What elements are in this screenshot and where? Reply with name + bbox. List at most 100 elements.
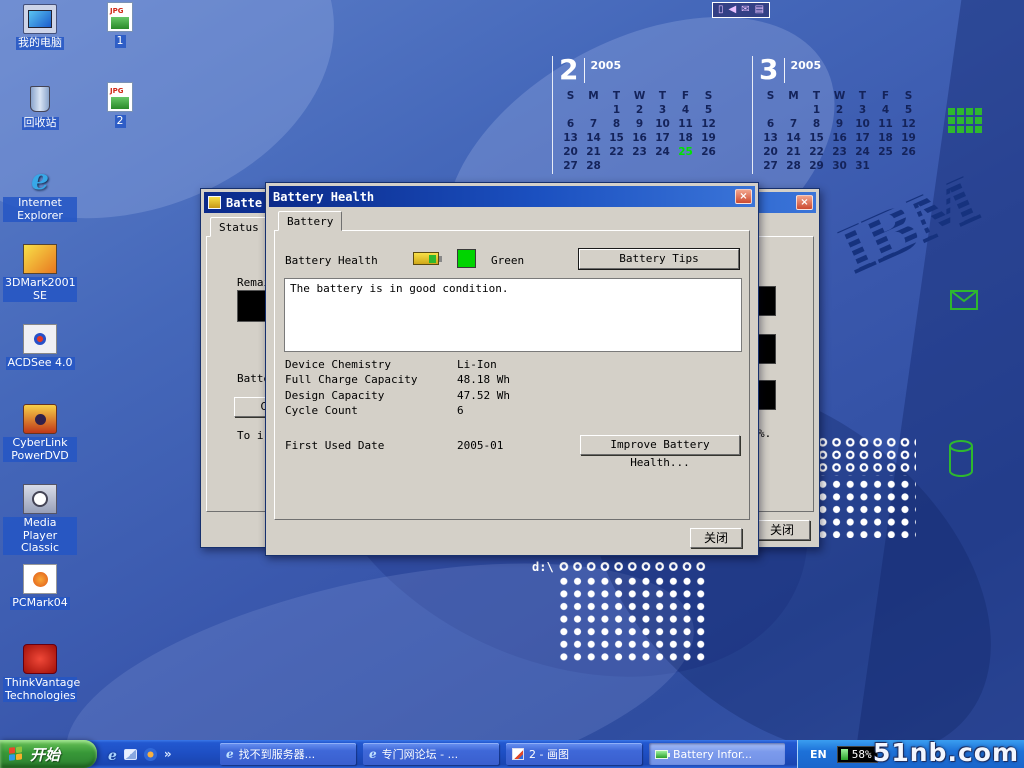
calendar-date: 26: [897, 146, 920, 160]
battery-icon: [655, 750, 668, 759]
calendar-date: 24: [851, 146, 874, 160]
volume-icon[interactable]: ◀: [729, 3, 737, 17]
tray-battery-meter[interactable]: 58%: [837, 746, 878, 763]
battery-percent: 58%: [852, 748, 872, 761]
tab-status[interactable]: Status: [210, 217, 268, 237]
language-indicator[interactable]: EN: [810, 748, 827, 761]
calendar-date: 6: [559, 118, 582, 132]
battery-health-dialog[interactable]: Battery Health × Battery Battery Health …: [265, 182, 759, 556]
calendar-day-header: T: [851, 90, 874, 104]
desktop-icon-pcmark[interactable]: PCMark04: [2, 564, 78, 644]
field-label: Device Chemistry: [285, 358, 457, 373]
taskbar-task-0[interactable]: 找不到服务器...: [220, 743, 356, 765]
wallpaper-dot-grid: [816, 436, 916, 476]
calendar-date: 20: [759, 146, 782, 160]
calendar-separator: [584, 58, 585, 83]
calendar-date: [897, 160, 920, 174]
calendar-date: 5: [897, 104, 920, 118]
field-value: 47.52 Wh: [457, 389, 745, 404]
desktop-icon-powerdvd[interactable]: CyberLink PowerDVD: [2, 404, 78, 484]
calendar-date: 19: [697, 132, 720, 146]
battery-tips-button[interactable]: Battery Tips: [579, 249, 739, 269]
calendar-date: 3: [651, 104, 674, 118]
calendar-date: 1: [605, 104, 628, 118]
dialog-title: Battery Health: [273, 190, 735, 204]
taskbar-task-2[interactable]: 2 - 画图: [506, 743, 642, 765]
desktop-icon-label: ThinkVantage Technologies: [3, 677, 77, 702]
threedmark-icon: [23, 244, 57, 274]
calendar-date: [628, 160, 651, 174]
close-icon[interactable]: ×: [735, 189, 752, 204]
calendar-date: 22: [805, 146, 828, 160]
calendar-date: [605, 160, 628, 174]
paint-icon: [512, 748, 524, 760]
calendar-date: 23: [628, 146, 651, 160]
keyboard-icon[interactable]: ▤: [755, 3, 764, 17]
desktop-icon-jpg[interactable]: JPG1: [92, 2, 148, 82]
desktop-icon-ie[interactable]: Internet Explorer: [2, 164, 78, 244]
quick-toolbar[interactable]: ▯ ◀ ✉ ▤: [712, 2, 770, 18]
recycle-bin-icon: [23, 84, 57, 114]
calendar-day-header: W: [628, 90, 651, 104]
close-icon[interactable]: ×: [796, 195, 813, 210]
start-button[interactable]: 开始: [0, 740, 97, 768]
taskbar-task-1[interactable]: 专门网论坛 - ...: [363, 743, 499, 765]
dialog-titlebar[interactable]: Battery Health ×: [269, 186, 755, 207]
media-player-icon[interactable]: [144, 748, 157, 761]
desktop-icon-acdsee[interactable]: ACDSee 4.0: [2, 324, 78, 404]
calendar-date: 29: [805, 160, 828, 174]
close-button[interactable]: 关闭: [690, 528, 742, 548]
desktop-icon-jpg[interactable]: JPG2: [92, 82, 148, 162]
calendar-date: 15: [805, 132, 828, 146]
display-icon[interactable]: ▯: [718, 3, 724, 17]
calendar-date: 18: [874, 132, 897, 146]
quick-launch-bar[interactable]: »: [102, 740, 216, 768]
desktop-icon-threedmark[interactable]: 3DMark2001 SE: [2, 244, 78, 324]
desktop-icon-label: 3DMark2001 SE: [3, 277, 77, 302]
calendar-date: 10: [651, 118, 674, 132]
calendar-date: 13: [559, 132, 582, 146]
calendar-date: 2: [628, 104, 651, 118]
ie-icon: [23, 164, 57, 194]
calendar-february-2005: 2 2005 SMTWTFS12345678910111213141516171…: [552, 56, 722, 174]
file-type-badge: JPG: [108, 86, 123, 95]
calendar-month: 2: [559, 56, 578, 84]
field-label: Design Capacity: [285, 389, 457, 404]
grid-icon: [948, 108, 982, 133]
thinkvantage-icon: [23, 644, 57, 674]
ie-icon[interactable]: [108, 745, 117, 764]
calendar-date: 8: [605, 118, 628, 132]
condition-textbox[interactable]: The battery is in good condition.: [284, 278, 742, 352]
calendar-date: 25: [874, 146, 897, 160]
mail-icon[interactable]: ✉: [741, 3, 749, 17]
calendar-date: 11: [874, 118, 897, 132]
drive-label: d:\: [532, 560, 554, 574]
desktop-icon-recycle-bin[interactable]: 回收站: [2, 84, 78, 164]
calendar-date: 6: [759, 118, 782, 132]
calendar-date: 7: [582, 118, 605, 132]
chevron-icon[interactable]: »: [164, 747, 172, 761]
desktop-icon-mpc[interactable]: Media Player Classic: [2, 484, 78, 564]
desktop-icon-thinkvantage[interactable]: ThinkVantage Technologies: [2, 644, 78, 724]
task-buttons: 找不到服务器... 专门网论坛 - ... 2 - 画图 Battery Infor.…: [220, 743, 785, 765]
improve-battery-health-button[interactable]: Improve Battery Health...: [580, 435, 740, 455]
field-label: Cycle Count: [285, 404, 457, 419]
show-desktop-icon[interactable]: [124, 749, 137, 760]
calendar-date: 27: [559, 160, 582, 174]
desktop-file-column: JPG1JPG2: [92, 2, 148, 162]
calendar-day-header: T: [605, 90, 628, 104]
battery-icon: [413, 252, 439, 265]
desktop-icon-label: Internet Explorer: [3, 197, 77, 222]
calendar-date: 12: [897, 118, 920, 132]
calendar-date: 14: [782, 132, 805, 146]
close-button[interactable]: 关闭: [754, 520, 810, 540]
tab-battery[interactable]: Battery: [278, 211, 342, 231]
watermark: 51nb.com: [873, 738, 1019, 767]
calendar-date: 17: [851, 132, 874, 146]
taskbar-task-3[interactable]: Battery Infor...: [649, 743, 785, 765]
desktop-icon-label: 1: [115, 35, 126, 48]
desktop-icon-label: PCMark04: [10, 597, 69, 610]
calendar-date: 25: [674, 146, 697, 160]
ie-icon: [369, 747, 377, 761]
desktop-icon-my-computer[interactable]: 我的电脑: [2, 4, 78, 84]
